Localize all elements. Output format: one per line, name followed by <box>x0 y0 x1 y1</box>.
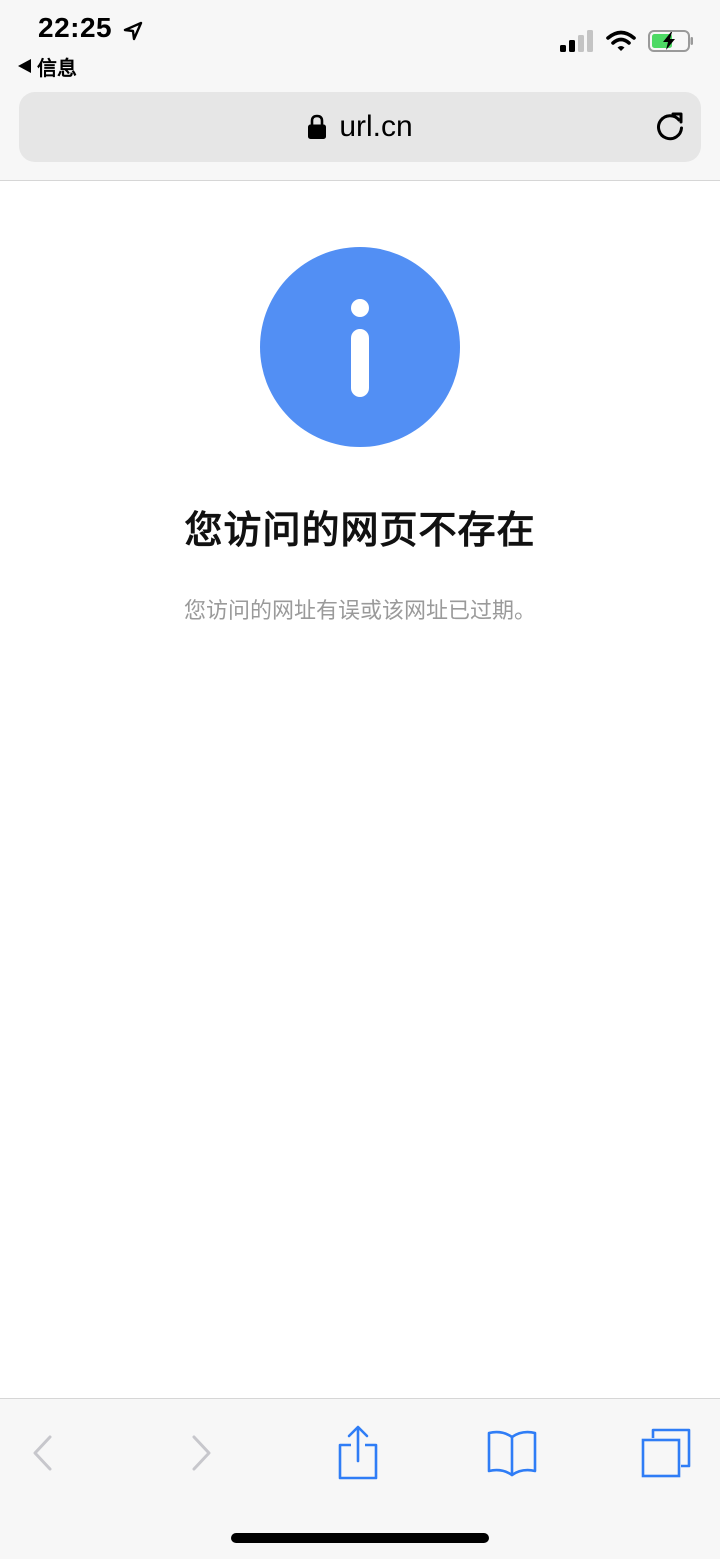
home-indicator[interactable] <box>231 1533 489 1543</box>
info-icon-stem <box>351 329 369 397</box>
tabs-icon <box>641 1428 691 1478</box>
back-to-app-label: 信息 <box>37 57 77 80</box>
chevron-right-icon <box>192 1435 211 1471</box>
address-bar[interactable]: url.cn <box>19 92 701 162</box>
cellular-signal-icon <box>560 30 593 52</box>
safari-page: 22:25 信息 url.cn 您访问的网页不存在 您访问的网址有误或该网址已过… <box>0 0 720 1559</box>
top-browser-chrome: 22:25 信息 url.cn <box>0 0 720 181</box>
back-to-app-button[interactable]: 信息 <box>18 52 77 80</box>
error-description: 您访问的网址有误或该网址已过期。 <box>183 598 536 623</box>
url-text: url.cn <box>339 110 413 143</box>
status-indicators <box>560 30 694 52</box>
lock-icon <box>308 114 327 139</box>
status-time: 22:25 <box>38 12 113 43</box>
bottom-toolbar <box>0 1398 720 1559</box>
info-icon <box>260 247 460 447</box>
address-bar-center: url.cn <box>19 92 701 162</box>
back-triangle-icon <box>18 59 31 73</box>
share-icon <box>338 1425 378 1480</box>
share-button[interactable] <box>326 1421 390 1485</box>
location-arrow-icon <box>123 21 143 41</box>
battery-charging-icon <box>648 30 693 52</box>
page-content: 您访问的网页不存在 您访问的网址有误或该网址已过期。 <box>0 181 720 1398</box>
book-icon <box>487 1430 537 1477</box>
back-button[interactable] <box>10 1421 74 1485</box>
bookmarks-button[interactable] <box>480 1421 544 1485</box>
wifi-icon <box>606 30 636 51</box>
forward-button[interactable] <box>170 1421 234 1485</box>
reload-icon[interactable] <box>653 110 687 144</box>
tabs-button[interactable] <box>634 1421 698 1485</box>
error-title: 您访问的网页不存在 <box>184 510 536 552</box>
info-icon-dot <box>351 299 369 317</box>
chevron-left-icon <box>33 1435 52 1471</box>
